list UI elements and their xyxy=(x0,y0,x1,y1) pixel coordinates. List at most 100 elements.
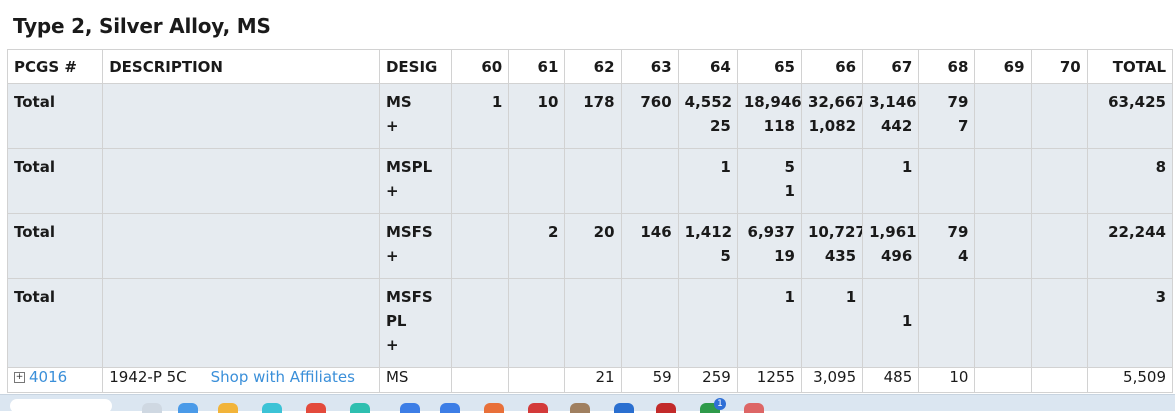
grade-60-cell xyxy=(451,367,510,393)
taskbar-search-box[interactable] xyxy=(10,399,112,413)
grade-count: 20 xyxy=(593,223,615,241)
grade-count: 10 xyxy=(537,93,559,111)
col-header-description[interactable]: DESCRIPTION xyxy=(102,49,380,84)
grade-count: 3,146 xyxy=(869,93,917,111)
grade-64-cell: 1 xyxy=(677,148,738,214)
grade-63-cell: 146 xyxy=(620,213,679,279)
grade-62-cell xyxy=(564,148,622,214)
description-cell xyxy=(102,83,380,149)
grade-68-cell: 10 xyxy=(918,367,976,393)
grade-count: 32,667 xyxy=(807,93,863,111)
col-header-68[interactable]: 68 xyxy=(918,49,976,84)
file-explorer-icon[interactable] xyxy=(218,403,238,413)
desig-label: + xyxy=(385,117,399,135)
grade-64-cell: 4,552 25 xyxy=(677,83,738,149)
pcgs-label: Total xyxy=(14,93,55,111)
app-icon[interactable] xyxy=(262,403,282,413)
desig-label: MSFS xyxy=(385,223,433,241)
grade-66-cell: 32,667 1,082 xyxy=(800,83,864,149)
grade-count: 760 xyxy=(640,93,672,111)
grade-61-cell xyxy=(508,367,566,393)
grade-count: 496 xyxy=(880,247,913,265)
desig-cell: MSPL + xyxy=(378,148,453,214)
firefox-icon[interactable] xyxy=(484,403,504,413)
windows-taskbar: 1 xyxy=(0,394,1175,413)
grade-62-cell: 178 xyxy=(564,83,622,149)
grade-count: 1 xyxy=(901,158,913,176)
grade-69-cell xyxy=(974,213,1032,279)
grade-62-cell: 21 xyxy=(564,367,622,393)
store-icon[interactable] xyxy=(400,403,420,413)
app-icon[interactable] xyxy=(744,403,764,413)
col-header-65[interactable]: 65 xyxy=(736,49,802,84)
grade-60-cell xyxy=(451,148,510,214)
grade-count: 10,727 xyxy=(807,223,863,241)
grade-66-cell: 1 xyxy=(800,278,864,368)
shop-affiliates-link[interactable]: Shop with Affiliates xyxy=(211,369,355,387)
col-header-61[interactable]: 61 xyxy=(508,49,566,84)
header-row: PCGS # DESCRIPTION DESIG 60 61 62 63 64 … xyxy=(6,49,1174,84)
pcgs-cell: Total xyxy=(6,83,104,149)
grade-count: 1 xyxy=(784,182,795,200)
col-header-60[interactable]: 60 xyxy=(451,49,510,84)
grade-count: 1 xyxy=(901,312,913,330)
grade-count: 1 xyxy=(720,158,731,176)
coin-row[interactable]: +4016 1942-P 5C Shop with Affiliates MS 21 59… xyxy=(6,367,1174,393)
grade-count: 442 xyxy=(880,117,913,135)
grade-count: 19 xyxy=(774,247,795,265)
grade-count: 146 xyxy=(640,223,672,241)
grade-count: 1 xyxy=(845,288,857,306)
grade-70-cell xyxy=(1030,367,1088,393)
grade-count: 4 xyxy=(957,247,969,265)
desig-label: + xyxy=(385,247,399,265)
col-header-66[interactable]: 66 xyxy=(800,49,864,84)
notification-badge: 1 xyxy=(714,398,726,410)
grade-69-cell xyxy=(974,83,1032,149)
widgets-icon[interactable] xyxy=(178,403,198,413)
grade-65-cell: 1255 xyxy=(736,367,802,393)
app-icon[interactable] xyxy=(570,403,590,413)
grade-63-cell: 760 xyxy=(620,83,679,149)
col-header-67[interactable]: 67 xyxy=(862,49,920,84)
app-icon[interactable] xyxy=(440,403,460,413)
mail-icon[interactable] xyxy=(528,403,548,413)
grade-66-cell: 10,727 435 xyxy=(800,213,864,279)
grade-70-cell xyxy=(1030,148,1088,214)
total-row: Total MSFS PL +1 1 1 3 xyxy=(6,278,1174,368)
col-header-total[interactable]: TOTAL xyxy=(1086,49,1174,84)
grade-61-cell: 10 xyxy=(508,83,566,149)
app-icon[interactable] xyxy=(656,403,676,413)
col-header-69[interactable]: 69 xyxy=(974,49,1032,84)
grade-65-cell: 1 xyxy=(736,278,802,368)
grade-count: 7 xyxy=(957,117,969,135)
word-icon[interactable] xyxy=(614,403,634,413)
grade-63-cell xyxy=(620,148,679,214)
grade-63-cell: 59 xyxy=(620,367,679,393)
col-header-pcgs[interactable]: PCGS # xyxy=(6,49,104,84)
col-header-64[interactable]: 64 xyxy=(677,49,738,84)
taskview-icon[interactable] xyxy=(142,403,162,413)
pcgs-cell: +4016 xyxy=(6,367,104,393)
edge-icon[interactable] xyxy=(350,403,370,413)
total-cell: 22,244 xyxy=(1086,213,1174,279)
col-header-62[interactable]: 62 xyxy=(564,49,622,84)
grade-count: 1 xyxy=(491,93,503,111)
grade-count: 4,552 xyxy=(684,93,733,111)
page-title: Type 2, Silver Alloy, MS xyxy=(13,14,271,38)
description-cell xyxy=(102,148,380,214)
grade-68-cell: 79 4 xyxy=(918,213,976,279)
chrome-icon[interactable] xyxy=(306,403,326,413)
col-header-desig[interactable]: DESIG xyxy=(378,49,453,84)
expand-icon[interactable]: + xyxy=(14,372,25,383)
total-cell: 5,509 xyxy=(1086,367,1174,393)
col-header-63[interactable]: 63 xyxy=(620,49,679,84)
grade-count: 118 xyxy=(763,117,795,135)
desig-label: PL xyxy=(385,312,407,330)
pcgs-cell: Total xyxy=(6,278,104,368)
col-header-70[interactable]: 70 xyxy=(1030,49,1088,84)
pcgs-cell: Total xyxy=(6,213,104,279)
total-cell: 3 xyxy=(1086,278,1174,368)
pcgs-number-link[interactable]: 4016 xyxy=(29,369,67,387)
total-cell: 8 xyxy=(1086,148,1174,214)
grade-61-cell xyxy=(508,148,566,214)
